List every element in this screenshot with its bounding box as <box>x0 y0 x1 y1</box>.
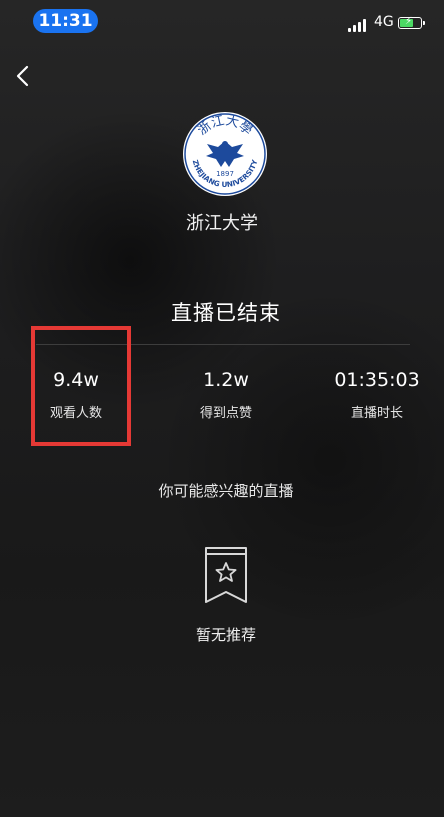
university-logo: 浙江大學 ZHEJIANG UNIVERSITY 1897 <box>182 111 268 197</box>
chevron-left-icon <box>16 65 29 87</box>
stat-label: 得到点赞 <box>199 406 252 421</box>
svg-text:1897: 1897 <box>216 170 234 178</box>
stat-value: 01:35:03 <box>334 369 420 391</box>
bookmark-star-icon <box>203 545 249 605</box>
stat-likes: 1.2w 得到点赞 <box>166 368 286 421</box>
stat-duration: 01:35:03 直播时长 <box>317 368 437 421</box>
back-button[interactable] <box>10 62 38 90</box>
stat-label: 直播时长 <box>350 406 403 421</box>
empty-recommend-text: 暂无推荐 <box>195 626 256 644</box>
live-status-title: 直播已结束 <box>171 301 281 325</box>
stat-value: 1.2w <box>203 369 249 391</box>
network-type: 4G <box>374 14 394 30</box>
annotation-highlight-box <box>31 326 131 446</box>
status-time: 11:31 <box>33 9 98 33</box>
channel-name[interactable]: 浙江大学 <box>0 209 444 235</box>
status-bar: 11:31 4G ⚡ <box>0 0 444 44</box>
signal-icon <box>348 18 370 32</box>
recommend-title: 你可能感兴趣的直播 <box>158 482 294 500</box>
battery-icon: ⚡ <box>398 16 425 29</box>
